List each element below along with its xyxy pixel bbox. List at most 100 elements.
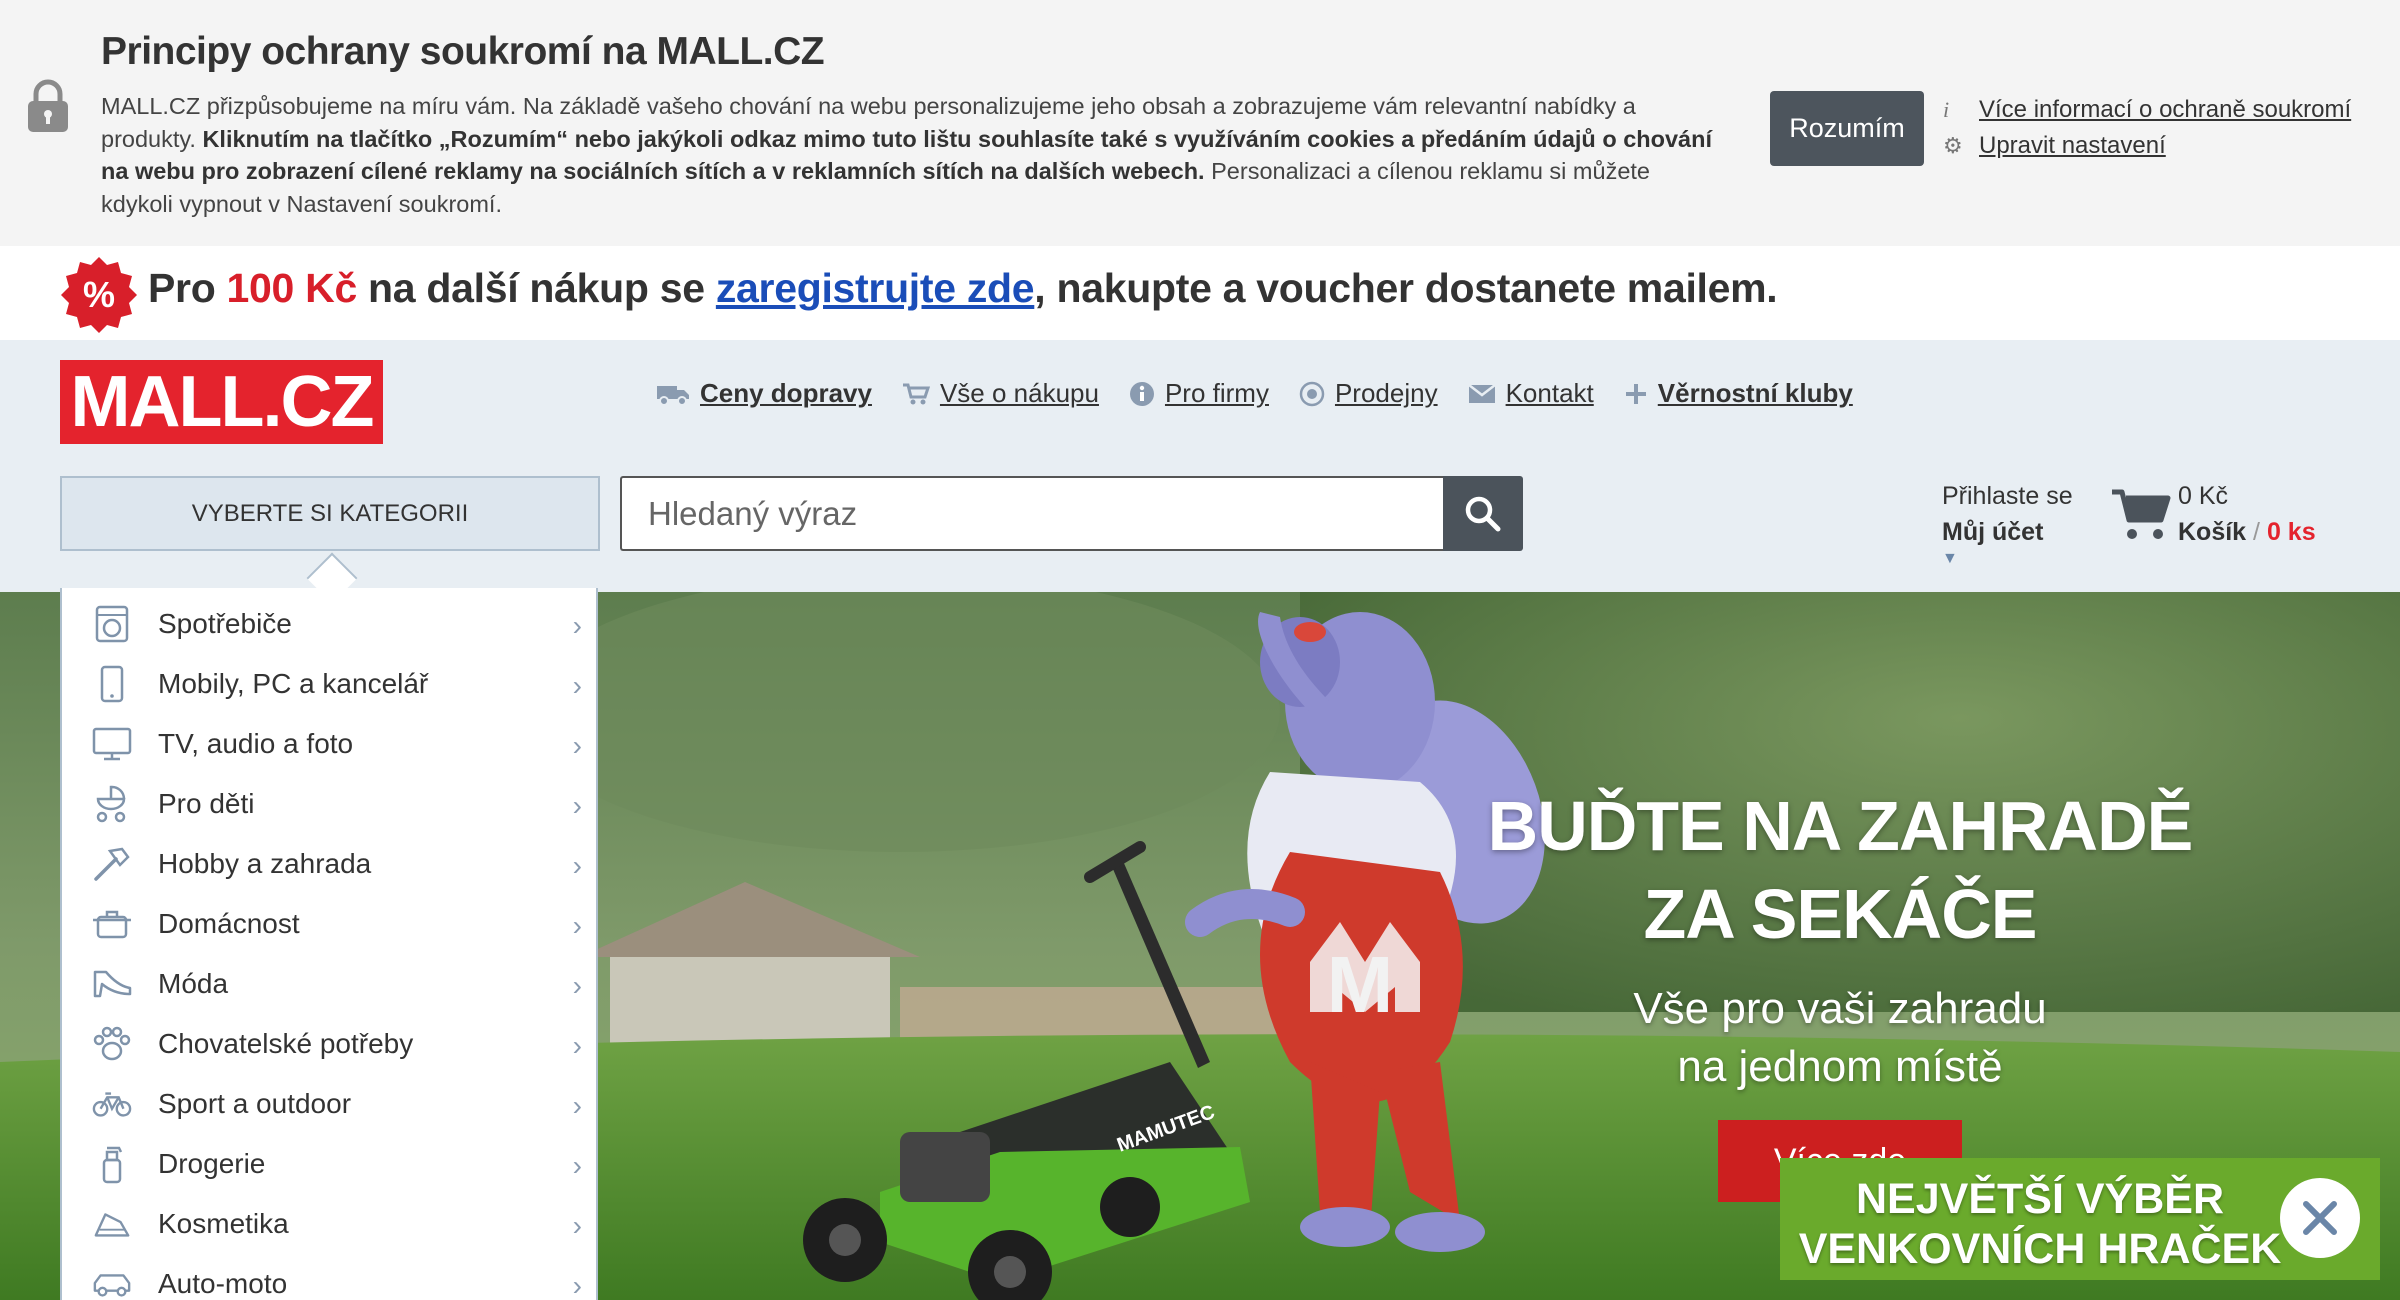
category-label[interactable]: Spotřebiče (158, 608, 292, 640)
account-menu[interactable]: Přihlaste se Můj účet (1942, 478, 2073, 550)
category-item[interactable]: Mobily, PC a kancelář › (62, 654, 596, 714)
category-label[interactable]: Kosmetika (158, 1208, 289, 1240)
nav-link-shipping[interactable]: Ceny dopravy (700, 378, 872, 409)
category-label[interactable]: Chovatelské potřeby (158, 1028, 413, 1060)
register-link[interactable]: zaregistrujte zde (716, 265, 1035, 311)
washing-machine-icon (92, 604, 132, 644)
plus-icon (1625, 383, 1646, 404)
cart-icon (902, 383, 930, 404)
cart-count: 0 ks (2266, 518, 2316, 546)
category-label[interactable]: Móda (158, 968, 228, 1000)
nav-link-business[interactable]: Pro firmy (1165, 378, 1269, 409)
category-label[interactable]: Auto-moto (158, 1268, 287, 1300)
nav-link-stores[interactable]: Prodejny (1335, 378, 1438, 409)
nav-link-shopping[interactable]: Vše o nákupu (940, 378, 1099, 409)
chevron-right-icon: › (572, 1090, 582, 1121)
caret-down-icon[interactable]: ▼ (1942, 550, 1958, 568)
privacy-banner: Principy ochrany soukromí na MALL.CZ MAL… (0, 0, 2400, 246)
chevron-right-icon: › (572, 730, 582, 761)
spray-icon (92, 1144, 132, 1184)
shopping-cart-icon[interactable] (2110, 486, 2172, 544)
stroller-icon (92, 784, 132, 824)
category-item[interactable]: Móda › (62, 954, 596, 1014)
cart-summary[interactable]: 0 Kč Košík / 0 ks (2178, 478, 2316, 550)
category-label[interactable]: Mobily, PC a kancelář (158, 668, 428, 700)
tv-icon (92, 724, 132, 764)
search-button[interactable] (1443, 476, 1523, 551)
chevron-right-icon: › (572, 970, 582, 1001)
privacy-info-link[interactable]: Více informací o ochraně soukromí (1979, 96, 2351, 124)
chevron-right-icon: › (572, 670, 582, 701)
category-menu-button[interactable]: VYBERTE SI KATEGORII (60, 476, 600, 551)
close-icon (2303, 1201, 2337, 1235)
percent-badge-symbol: % (83, 274, 115, 315)
category-label[interactable]: Domácnost (158, 908, 300, 940)
nav-item-loyalty[interactable]: Věrnostní kluby (1624, 378, 1853, 409)
info-icon: i (1943, 97, 1950, 122)
pot-icon (92, 904, 132, 944)
store-icon (1299, 381, 1325, 406)
hero-title: BUĎTE NA ZAHRADĚ ZA SEKÁČE (1460, 782, 2220, 958)
category-item[interactable]: Auto-moto › (62, 1254, 596, 1300)
category-label[interactable]: Drogerie (158, 1148, 265, 1180)
category-item[interactable]: Sport a outdoor › (62, 1074, 596, 1134)
popup-text[interactable]: NEJVĚTŠÍ VÝBĚR VENKOVNÍCH HRAČEK (1780, 1174, 2300, 1274)
mascot-letter: M (1327, 940, 1394, 1029)
hero-title-line2: ZA SEKÁČE (1643, 875, 2038, 953)
category-item[interactable]: Hobby a zahrada › (62, 834, 596, 894)
category-label[interactable]: Hobby a zahrada (158, 848, 371, 880)
envelope-icon (1467, 383, 1496, 403)
category-item[interactable]: Chovatelské potřeby › (62, 1014, 596, 1074)
promo-mid: na další nákup se (356, 265, 716, 311)
hero-subtitle-line1: Vše pro vaši zahradu (1633, 984, 2047, 1033)
category-item[interactable]: Spotřebiče › (62, 594, 596, 654)
hero-subtitle: Vše pro vaši zahradu na jednom místě (1460, 980, 2220, 1096)
info-icon (1129, 381, 1154, 406)
chevron-right-icon: › (572, 1030, 582, 1061)
cart-label: Košík (2178, 518, 2247, 546)
category-item[interactable]: Domácnost › (62, 894, 596, 954)
chevron-right-icon: › (572, 1150, 582, 1181)
nav-item-shipping[interactable]: Ceny dopravy (656, 378, 872, 409)
nav-item-contact[interactable]: Kontakt (1467, 378, 1594, 409)
cosmetics-icon (92, 1204, 132, 1244)
nav-link-loyalty[interactable]: Věrnostní kluby (1658, 378, 1853, 409)
chevron-right-icon: › (572, 790, 582, 821)
car-icon (92, 1264, 132, 1300)
promo-amount: 100 Kč (226, 265, 358, 311)
popup-line1: NEJVĚTŠÍ VÝBĚR (1856, 1175, 2224, 1223)
my-account-label[interactable]: Můj účet (1942, 514, 2073, 550)
privacy-text: MALL.CZ přizpůsobujeme na míru vám. Na z… (101, 90, 1721, 220)
chevron-right-icon: › (572, 1270, 582, 1300)
promo-popup[interactable]: NEJVĚTŠÍ VÝBĚR VENKOVNÍCH HRAČEK (1780, 1158, 2380, 1280)
category-label[interactable]: Pro děti (158, 788, 255, 820)
category-item[interactable]: Kosmetika › (62, 1194, 596, 1254)
category-label[interactable]: TV, audio a foto (158, 728, 353, 760)
chevron-right-icon: › (572, 1210, 582, 1241)
category-item[interactable]: TV, audio a foto › (62, 714, 596, 774)
privacy-settings-link[interactable]: Upravit nastavení (1979, 132, 2166, 160)
gear-icon: ⚙ (1943, 133, 1963, 158)
chevron-right-icon: › (572, 850, 582, 881)
popup-line2: VENKOVNÍCH HRAČEK (1798, 1225, 2282, 1273)
login-label[interactable]: Přihlaste se (1942, 482, 2073, 510)
chevron-right-icon: › (572, 610, 582, 641)
nav-item-shopping[interactable]: Vše o nákupu (902, 378, 1099, 409)
category-item[interactable]: Drogerie › (62, 1134, 596, 1194)
paw-icon (92, 1024, 132, 1064)
nav-item-business[interactable]: Pro firmy (1129, 378, 1269, 409)
hero-subtitle-line2: na jednom místě (1677, 1042, 2003, 1091)
nav-item-stores[interactable]: Prodejny (1299, 378, 1438, 409)
search-icon (1465, 496, 1501, 531)
search-input[interactable] (620, 476, 1444, 551)
popup-close-button[interactable] (2280, 1178, 2360, 1258)
hammer-icon (92, 844, 132, 884)
mall-logo[interactable]: MALL.CZ (60, 360, 383, 444)
category-label[interactable]: Sport a outdoor (158, 1088, 351, 1120)
privacy-settings-row: ⚙ Upravit nastavení (1943, 132, 2166, 160)
promo-post: , nakupte a voucher dostanete mailem. (1034, 265, 1778, 311)
top-navigation: Ceny dopravy Vše o nákupu Pro firmy Prod… (656, 378, 1883, 409)
nav-link-contact[interactable]: Kontakt (1506, 378, 1594, 409)
category-item[interactable]: Pro děti › (62, 774, 596, 834)
accept-cookies-button[interactable]: Rozumím (1770, 91, 1924, 166)
